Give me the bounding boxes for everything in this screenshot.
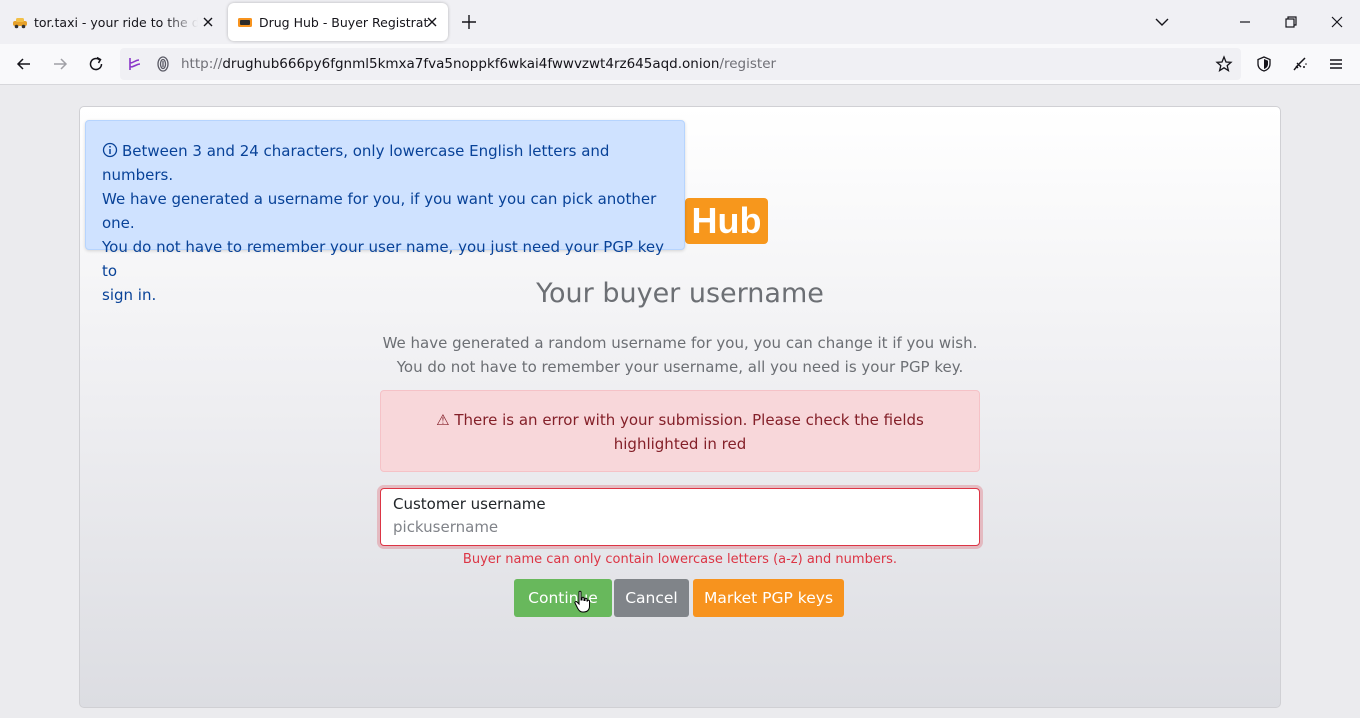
drughub-favicon-icon <box>238 18 252 27</box>
username-field-label: Customer username <box>393 495 546 513</box>
username-input[interactable] <box>393 518 963 536</box>
tab-tortaxi[interactable]: tor.taxi - your ride to the darknet <box>2 3 224 41</box>
username-error-message: Buyer name can only contain lowercase le… <box>462 552 898 567</box>
tab-strip: tor.taxi - your ride to the darknet Drug… <box>0 0 1360 44</box>
url-protocol: http:// <box>181 56 223 72</box>
info-tooltip: Between 3 and 24 characters, only lowerc… <box>85 120 685 304</box>
reload-icon[interactable] <box>87 55 105 73</box>
intro-text: We have generated a random username for … <box>380 331 980 379</box>
taxi-icon <box>13 18 27 29</box>
plus-icon[interactable] <box>460 13 478 31</box>
info-line-3: You do not have to remember your user na… <box>102 238 665 280</box>
tab-title: tor.taxi - your ride to the darknet <box>34 14 198 30</box>
tab-drughub[interactable]: Drug Hub - Buyer Registration <box>228 3 448 41</box>
url-path: /register <box>719 56 777 72</box>
restore-icon[interactable] <box>1282 13 1300 31</box>
navigation-toolbar: http://drughub666py6fgnml5kmxa7fva5noppk… <box>0 44 1360 85</box>
info-text: Between 3 and 24 characters, only lowerc… <box>102 142 610 184</box>
fingerprint-icon[interactable] <box>154 55 172 73</box>
close-icon[interactable] <box>200 14 216 30</box>
tab-title: Drug Hub - Buyer Registration <box>259 14 429 30</box>
submission-error-alert: ⚠ There is an error with your submission… <box>380 390 980 472</box>
tor-circuit-icon[interactable] <box>126 55 144 73</box>
close-window-icon[interactable] <box>1328 13 1346 31</box>
drughub-logo: Hub <box>685 198 768 244</box>
market-pgp-keys-button[interactable]: Market PGP keys <box>693 579 844 617</box>
chevron-down-icon[interactable] <box>1153 13 1171 31</box>
mouse-cursor-icon <box>574 590 590 613</box>
intro-line-1: We have generated a random username for … <box>382 334 978 352</box>
forward-arrow-icon[interactable] <box>51 55 69 73</box>
bookmark-star-icon[interactable] <box>1215 55 1233 73</box>
back-arrow-icon[interactable] <box>15 55 33 73</box>
hamburger-menu-icon[interactable] <box>1327 55 1345 73</box>
info-line-1: Between 3 and 24 characters, only lowerc… <box>102 139 668 187</box>
cancel-button[interactable]: Cancel <box>614 579 689 617</box>
page-title: Your buyer username <box>536 278 824 309</box>
url-host: drughub666py6fgnml5kmxa7fva5noppkf6wkai4… <box>222 56 720 72</box>
continue-button[interactable]: Continue <box>514 579 612 617</box>
username-field[interactable]: Customer username <box>380 488 980 546</box>
url-text[interactable]: http://drughub666py6fgnml5kmxa7fva5noppk… <box>181 56 776 72</box>
info-circle-icon <box>102 142 118 158</box>
shield-icon[interactable] <box>1255 55 1273 73</box>
intro-line-2: You do not have to remember your usernam… <box>396 358 964 376</box>
new-identity-broom-icon[interactable] <box>1291 55 1309 73</box>
address-bar[interactable]: http://drughub666py6fgnml5kmxa7fva5noppk… <box>120 48 1241 80</box>
page-viewport: Hub Between 3 and 24 characters, only lo… <box>0 85 1360 718</box>
close-icon[interactable] <box>424 14 440 30</box>
minimize-icon[interactable] <box>1236 13 1254 31</box>
info-line-2: We have generated a username for you, if… <box>102 190 657 232</box>
